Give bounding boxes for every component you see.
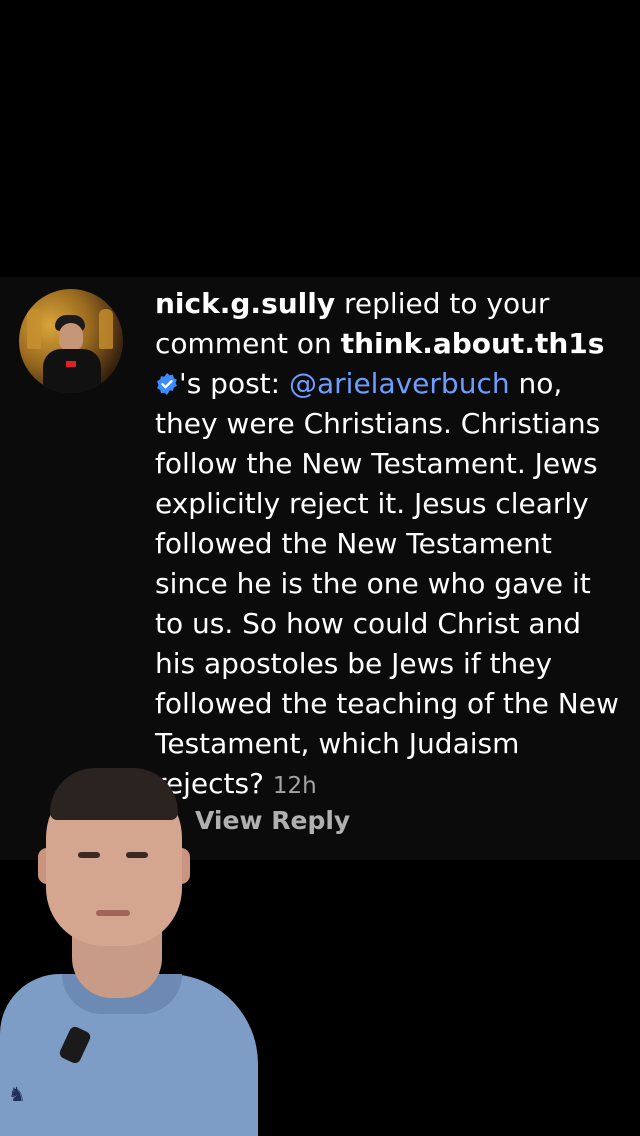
avatar[interactable] [19,289,123,393]
presenter-hair [50,768,178,820]
presenter-mouth [96,910,130,916]
post-owner-link[interactable]: think.about.th1s [341,327,605,360]
avatar-bg-statue [27,309,41,349]
polo-logo-icon: ♞ [8,1082,26,1106]
post-suffix: 's post: [179,367,289,400]
presenter-overlay: ♞ [0,760,270,1136]
notification-text: nick.g.sully replied to your comment on … [155,284,625,806]
avatar-shirt-logo [66,361,76,367]
timestamp: 12h [272,773,317,799]
presenter-eye [78,852,100,858]
presenter-eye [126,852,148,858]
comment-body: no, they were Christians. Christians fol… [155,367,619,800]
verified-badge-icon [155,367,179,395]
mention-link[interactable]: @arielaverbuch [289,367,510,400]
username-link[interactable]: nick.g.sully [155,287,335,320]
avatar-bg-statue [99,309,113,349]
avatar-shirt [43,349,101,393]
avatar-face [59,323,83,351]
